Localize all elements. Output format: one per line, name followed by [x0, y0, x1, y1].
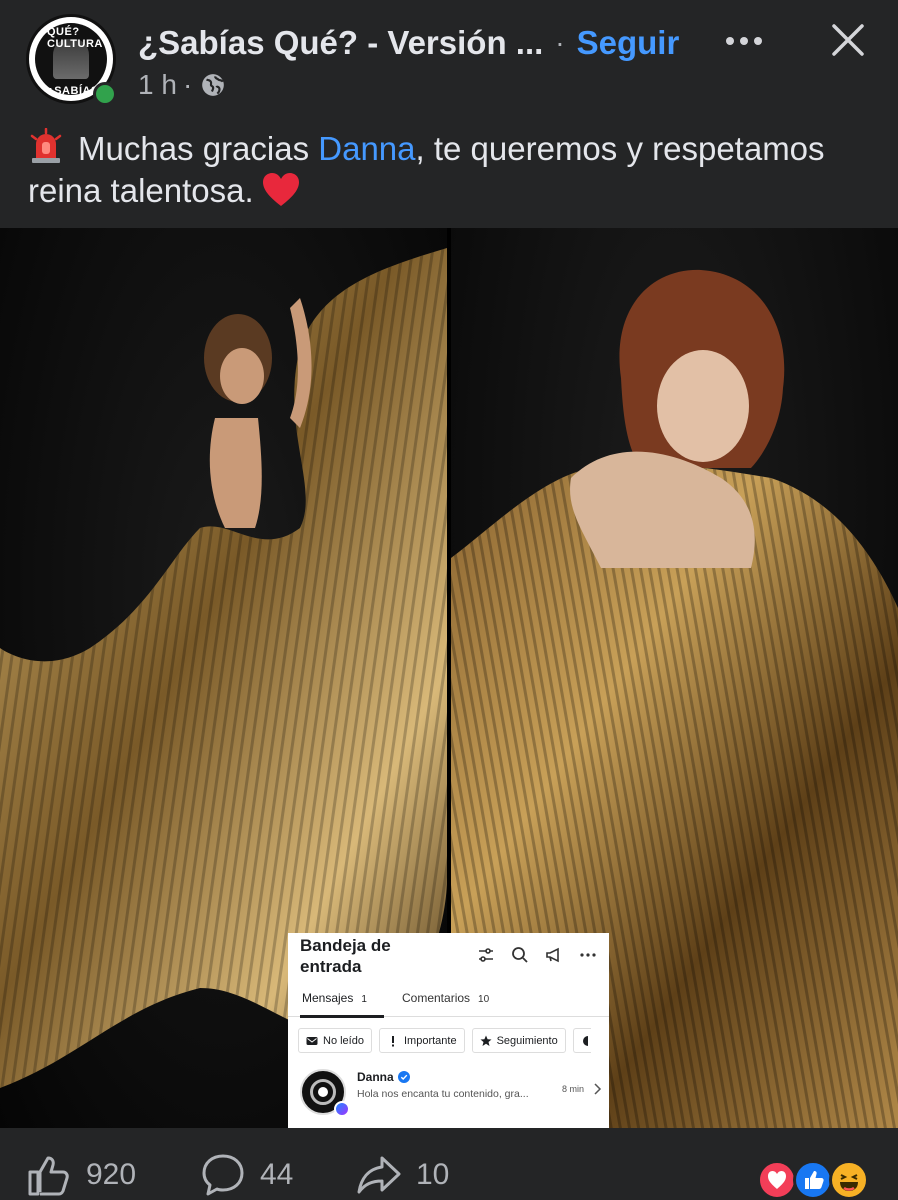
post-header: QUÉ? CULTURA ¿SABÍAS P? ¿Sabías Qué? - V…: [0, 0, 898, 115]
post-caption: Muchas gracias Danna, te queremos y resp…: [28, 128, 878, 212]
post-footer: 920 44 10: [0, 1128, 898, 1200]
comment-count: 44: [260, 1158, 294, 1191]
like-reaction: [793, 1160, 833, 1200]
more-icon: [726, 37, 734, 45]
love-reaction-icon: [768, 1171, 786, 1189]
filter-chip-important[interactable]: Importante: [378, 1028, 465, 1053]
message-row[interactable]: Danna Hola nos encanta tu contenido, gra…: [300, 1067, 602, 1121]
more-icon-dot: [754, 37, 762, 45]
title-separator: ·: [555, 27, 565, 58]
filter-chip-important-label: Importante: [403, 1034, 457, 1047]
sender-name-row: Danna: [357, 1070, 410, 1084]
comment-button[interactable]: 44: [200, 1152, 293, 1198]
search-icon[interactable]: [510, 945, 530, 965]
active-tab-indicator: [300, 1015, 384, 1018]
chevron-right-icon: [594, 1083, 602, 1095]
verified-badge-icon: [397, 1071, 410, 1083]
meta-separator: ·: [182, 69, 193, 100]
heart-emoji: [262, 173, 299, 206]
globe-icon[interactable]: [200, 72, 226, 98]
sender-name: Danna: [357, 1070, 394, 1084]
more-options-button[interactable]: [726, 26, 770, 56]
tab-mensajes-label: Mensajes: [302, 991, 354, 1005]
tab-comentarios-label: Comentarios: [402, 991, 471, 1005]
inbox-tabs: Mensajes 1 Comentarios 10: [288, 985, 609, 1018]
title-row: ¿Sabías Qué? - Versión ... · Seguir: [138, 22, 679, 64]
filter-icon[interactable]: [476, 945, 496, 965]
inbox-screenshot: Bandeja de entrada Mensajes 1 Comentarios…: [288, 933, 609, 1128]
messenger-icon: [334, 1101, 350, 1117]
message-preview: Hola nos encanta tu contenido, gra...: [357, 1088, 529, 1100]
reaction-summary[interactable]: [757, 1160, 877, 1200]
more-icon-dot: [740, 37, 748, 45]
tab-mensajes[interactable]: Mensajes 1: [302, 991, 367, 1005]
post-meta: 1 h ·: [138, 68, 226, 102]
love-reaction: [757, 1160, 797, 1200]
partial-chip-icon: [582, 1035, 588, 1046]
envelope-icon: [306, 1036, 318, 1045]
tab-mensajes-count: 1: [361, 994, 367, 1005]
filter-chip-followup[interactable]: Seguimiento: [471, 1028, 566, 1053]
haha-reaction-icon: [840, 1174, 858, 1191]
like-button[interactable]: 920: [26, 1152, 136, 1198]
message-time: 8 min: [562, 1084, 585, 1094]
filter-chip-unread[interactable]: No leído: [298, 1028, 372, 1053]
filter-chip-unread-label: No leído: [323, 1034, 364, 1047]
close-icon[interactable]: [826, 18, 870, 62]
follow-button[interactable]: Seguir: [577, 24, 680, 62]
megaphone-icon[interactable]: [544, 945, 564, 965]
exclamation-icon: [391, 1035, 394, 1046]
like-count: 920: [86, 1158, 137, 1191]
haha-reaction: [829, 1160, 869, 1200]
online-status-dot: [93, 82, 117, 106]
filter-chip-partial[interactable]: [572, 1028, 591, 1053]
sender-avatar-center: [318, 1087, 328, 1097]
siren-icon: [30, 128, 62, 163]
tab-comentarios[interactable]: Comentarios 10: [402, 991, 489, 1005]
like-reaction-icon: [805, 1171, 824, 1189]
post-time[interactable]: 1 h: [138, 69, 177, 101]
caption-text-before: Muchas gracias: [78, 130, 319, 167]
tab-comentarios-count: 10: [478, 994, 490, 1005]
share-button[interactable]: 10: [356, 1152, 449, 1198]
share-count: 10: [416, 1158, 450, 1191]
inbox-title: Bandeja de entrada: [300, 936, 391, 976]
like-icon: [28, 1156, 69, 1196]
star-icon: [480, 1035, 492, 1046]
share-icon: [357, 1156, 401, 1194]
caption-mention-link[interactable]: Danna: [318, 130, 415, 167]
inbox-filters: No leído Importante Seguimiento: [298, 1028, 591, 1053]
inbox-actions: [476, 945, 598, 965]
avatar-text-top: QUÉ? CULTURA: [47, 26, 103, 50]
page-name-link[interactable]: ¿Sabías Qué? - Versión ...: [138, 24, 543, 62]
more-icon[interactable]: [578, 945, 598, 965]
comment-icon: [202, 1154, 244, 1196]
filter-chip-followup-label: Seguimiento: [496, 1034, 558, 1047]
